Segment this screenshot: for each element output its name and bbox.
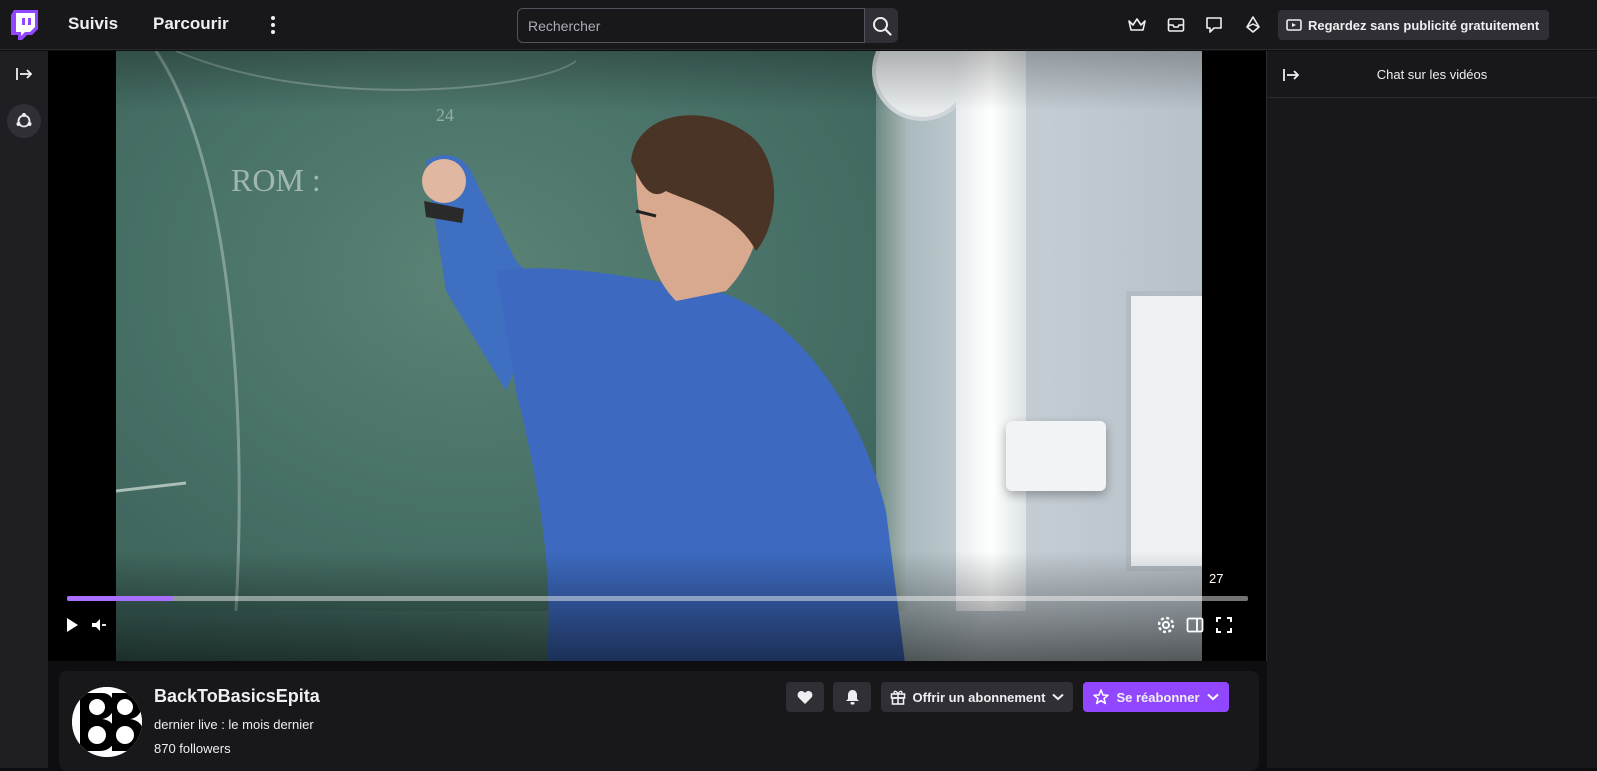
theatre-mode-icon[interactable] xyxy=(1183,613,1207,637)
channel-name[interactable]: BackToBasicsEpita xyxy=(154,686,320,707)
video-frame: ROM : 24 xyxy=(116,51,1202,661)
chevron-down-icon xyxy=(1206,693,1219,701)
ad-free-label: Regardez sans publicité gratuitement xyxy=(1308,17,1540,33)
chat-panel: Chat sur les vidéos xyxy=(1266,51,1597,768)
notifications-button[interactable] xyxy=(833,682,871,712)
progress-fill xyxy=(67,596,174,601)
gift-icon xyxy=(890,690,905,705)
nav-following-link[interactable]: Suivis xyxy=(68,14,118,34)
channel-info-area: BackToBasicsEpita dernier live : le mois… xyxy=(48,661,1267,771)
star-icon xyxy=(1093,689,1110,705)
last-live-text: dernier live : le mois dernier xyxy=(154,717,314,732)
twitch-logo-icon[interactable] xyxy=(11,10,38,40)
wall-device xyxy=(1006,421,1106,491)
top-nav-bar: Suivis Parcourir Regardez sans publicité… xyxy=(0,0,1597,50)
channel-info-card: BackToBasicsEpita dernier live : le mois… xyxy=(59,671,1259,771)
inbox-icon[interactable] xyxy=(1165,14,1187,36)
chevron-down-icon xyxy=(1052,693,1065,701)
bits-icon[interactable] xyxy=(1242,14,1264,36)
recommended-channel-icon[interactable] xyxy=(7,104,41,138)
notice-board xyxy=(1126,291,1202,571)
bottom-shade xyxy=(116,551,1202,661)
search-button[interactable] xyxy=(865,8,898,43)
nav-browse-link[interactable]: Parcourir xyxy=(153,14,229,34)
whispers-icon[interactable] xyxy=(1203,14,1225,36)
chat-header: Chat sur les vidéos xyxy=(1267,51,1597,98)
gift-subscription-label: Offrir un abonnement xyxy=(912,689,1046,705)
play-icon[interactable] xyxy=(60,613,84,637)
resubscribe-label: Se réabonner xyxy=(1116,689,1200,705)
volume-mute-icon[interactable] xyxy=(87,613,111,637)
heart-icon xyxy=(797,690,813,704)
search-bar xyxy=(517,8,898,43)
expand-sidebar-icon[interactable] xyxy=(8,58,40,90)
svg-text:ROM :: ROM : xyxy=(231,162,321,198)
progress-bar[interactable] xyxy=(67,596,1248,601)
follow-button[interactable] xyxy=(786,682,824,712)
ad-free-button[interactable]: Regardez sans publicité gratuitement xyxy=(1278,10,1550,40)
resubscribe-button[interactable]: Se réabonner xyxy=(1083,682,1229,712)
settings-gear-icon[interactable] xyxy=(1154,613,1178,637)
gift-subscription-button[interactable]: Offrir un abonnement xyxy=(881,682,1073,712)
more-options-icon[interactable] xyxy=(262,13,284,37)
prime-crown-icon[interactable] xyxy=(1126,14,1148,36)
time-label: 27 xyxy=(1209,571,1224,586)
fullscreen-icon[interactable] xyxy=(1212,613,1236,637)
search-input[interactable] xyxy=(517,8,865,43)
chat-title: Chat sur les vidéos xyxy=(1376,66,1488,82)
collapse-chat-icon[interactable] xyxy=(1279,63,1303,87)
followers-count: 870 followers xyxy=(154,741,231,756)
search-icon xyxy=(872,16,892,36)
tv-ad-icon xyxy=(1286,19,1302,31)
left-sidebar xyxy=(0,51,48,768)
channel-avatar[interactable] xyxy=(72,687,142,757)
wall-pillar xyxy=(956,51,1026,611)
video-player[interactable]: ROM : 24 27 xyxy=(48,51,1267,661)
top-shade xyxy=(48,51,1267,111)
bell-icon xyxy=(845,690,859,705)
